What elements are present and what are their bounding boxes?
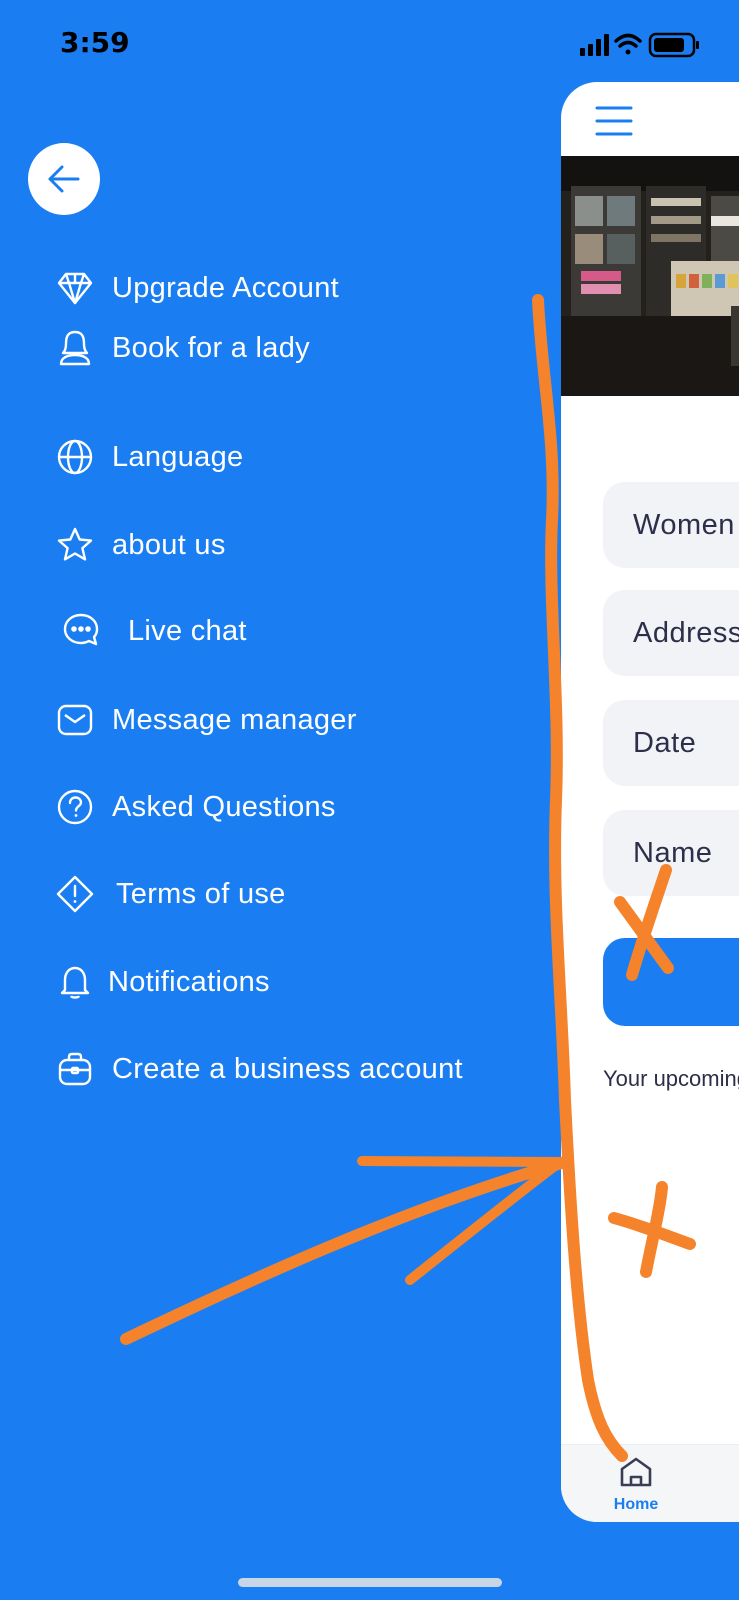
home-indicator [238, 1578, 502, 1587]
globe-icon [54, 436, 96, 478]
menu-item-asked-questions[interactable]: Asked Questions [54, 779, 336, 835]
address-field-value: Address [633, 616, 739, 649]
star-icon [54, 524, 96, 566]
status-icons [580, 32, 699, 58]
submit-button[interactable] [603, 938, 739, 1026]
bottom-tab-bar: Home [561, 1444, 739, 1522]
menu-item-label: Message manager [112, 703, 357, 736]
battery-icon [648, 32, 699, 58]
menu-item-book-for-a-lady[interactable]: Book for a lady [54, 320, 310, 376]
address-field[interactable]: Address [603, 590, 739, 676]
wifi-icon [614, 33, 642, 55]
date-field-value: Date [633, 726, 697, 759]
date-field[interactable]: Date [603, 700, 739, 786]
upcoming-label: Your upcoming [603, 1066, 739, 1091]
menu-item-about-us[interactable]: about us [54, 517, 226, 573]
diamond-icon [54, 267, 96, 309]
category-field-value: Women [633, 508, 735, 541]
bell-icon [54, 961, 96, 1003]
menu-item-label: about us [112, 528, 226, 561]
menu-item-label: Language [112, 440, 244, 473]
menu-item-message-manager[interactable]: Message manager [54, 692, 357, 748]
warning-diamond-icon [54, 873, 96, 915]
hamburger-icon[interactable] [595, 104, 633, 138]
category-field[interactable]: Women [603, 482, 739, 568]
menu-item-label: Terms of use [116, 877, 286, 910]
side-menu: Upgrade Account Book for a lady Language… [0, 0, 540, 1200]
menu-item-label: Upgrade Account [112, 271, 339, 304]
briefcase-icon [54, 1048, 96, 1090]
menu-item-upgrade-account[interactable]: Upgrade Account [54, 260, 339, 316]
woman-icon [54, 327, 96, 369]
envelope-icon [54, 699, 96, 741]
menu-item-create-business-account[interactable]: Create a business account [54, 1041, 463, 1097]
tab-home-label: Home [613, 1496, 659, 1513]
tab-home[interactable]: Home [601, 1455, 671, 1514]
menu-item-label: Notifications [108, 965, 270, 998]
menu-item-label: Live chat [128, 614, 247, 647]
signal-icon [580, 34, 609, 56]
menu-item-label: Asked Questions [112, 790, 336, 823]
salon-photo [561, 156, 739, 396]
question-icon [54, 786, 96, 828]
menu-item-live-chat[interactable]: Live chat [60, 603, 247, 659]
chat-icon [60, 610, 102, 652]
menu-item-label: Create a business account [112, 1052, 463, 1085]
name-field-value: Name [633, 836, 713, 869]
home-icon [620, 1457, 652, 1487]
menu-item-notifications[interactable]: Notifications [54, 954, 270, 1010]
name-field[interactable]: Name [603, 810, 739, 896]
menu-item-language[interactable]: Language [54, 429, 243, 485]
menu-item-label: Book for a lady [112, 331, 310, 364]
main-screen-preview[interactable]: Women Address Date Name Your upcoming Ho… [561, 82, 739, 1522]
menu-item-terms-of-use[interactable]: Terms of use [54, 866, 286, 922]
